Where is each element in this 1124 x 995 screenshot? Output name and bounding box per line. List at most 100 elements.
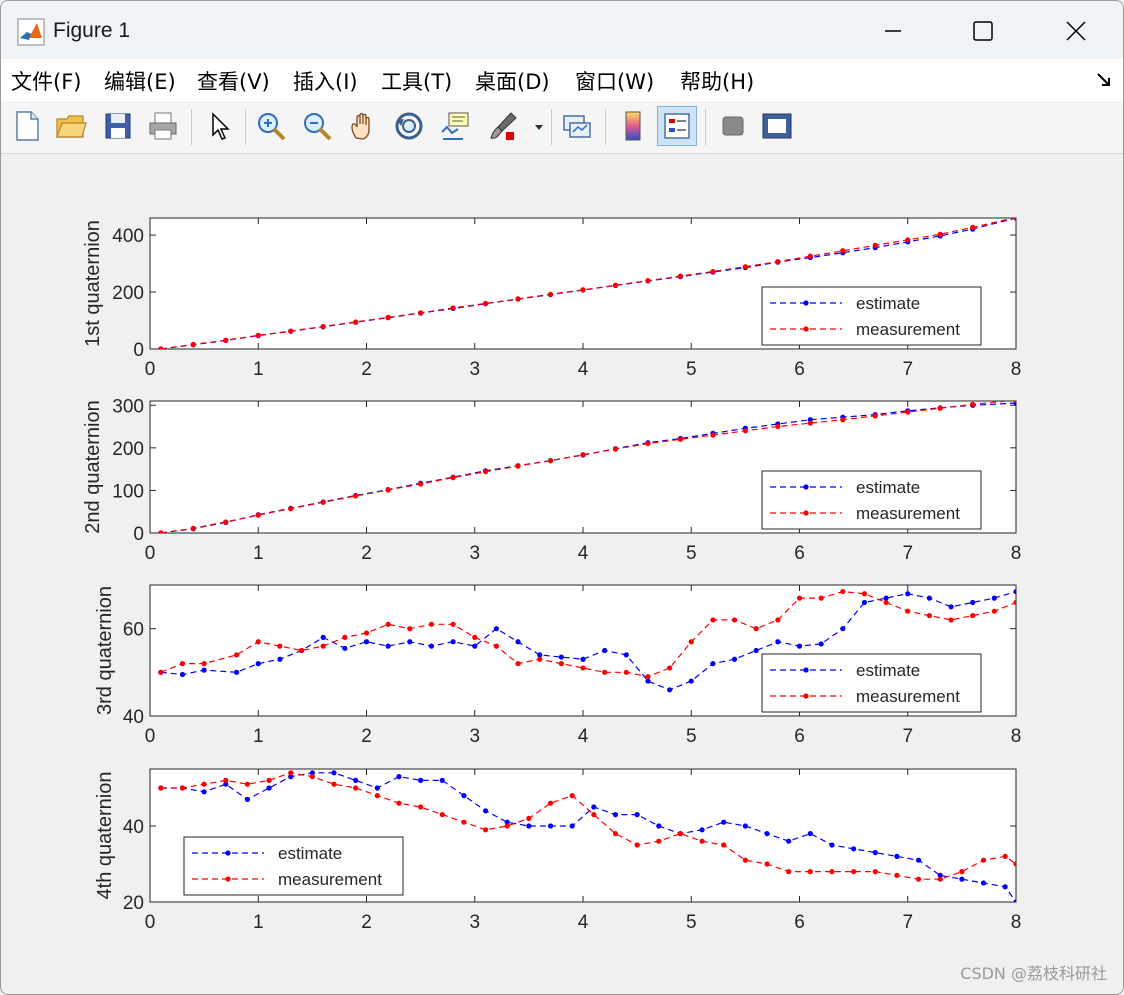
menu-insert[interactable]: 插入(I) [293,66,358,96]
title-bar[interactable]: Figure 1 [1,1,1123,59]
data-point-measurement [244,781,251,787]
menu-edit[interactable]: 编辑(E) [104,66,176,96]
data-point-measurement [948,617,954,623]
menu-tools[interactable]: 工具(T) [381,66,452,96]
legend-label: estimate [856,478,920,497]
open-file-button[interactable] [51,106,91,146]
x-tick-label: 5 [686,912,697,933]
data-point-measurement [450,621,456,627]
new-figure-button[interactable] [7,106,47,146]
data-point-measurement [1013,401,1016,403]
y-tick-label: 300 [112,396,144,417]
data-point-estimate [991,595,997,601]
data-point-measurement [320,323,326,330]
data-point-measurement [1002,853,1008,860]
data-point-estimate [1013,899,1016,902]
data-point-measurement [201,661,207,667]
y-tick-label: 0 [133,524,144,545]
show-plot-tools-button[interactable] [757,106,797,146]
minimize-button[interactable] [863,9,923,53]
legend-marker [225,876,231,882]
toolbar-separator [605,109,606,145]
figure-canvas: 0 1 2 3 4 5 6 7 8 0 200 400 1st quaternion estimate me… [1,153,1124,995]
data-point-estimate [428,643,435,649]
data-point-estimate [894,853,900,860]
data-point-measurement [602,669,608,675]
subplots-svg[interactable]: 0 1 2 3 4 5 6 7 802004001st quaternion estimateme… [1,153,1124,995]
data-point-measurement [775,258,781,265]
x-tick-label: 4 [578,912,589,933]
x-tick-label: 5 [686,543,697,564]
data-point-estimate [385,643,391,649]
menu-view[interactable]: 查看(V) [197,66,270,96]
data-point-estimate [786,838,792,844]
y-tick-label: 60 [123,620,144,641]
zoom-in-button[interactable] [251,106,291,146]
data-point-estimate [710,661,716,667]
zoom-in-icon [258,113,286,141]
data-point-estimate [915,857,922,863]
close-button[interactable] [1046,9,1106,53]
maximize-button[interactable] [953,9,1013,53]
y-axis-label: 4th quaternion [94,772,116,900]
data-point-measurement [807,253,813,259]
dock-arrow-icon[interactable] [1095,71,1113,89]
pan-button[interactable] [343,106,383,146]
data-point-estimate [331,770,337,776]
print-button[interactable] [143,106,183,146]
data-point-measurement [580,452,586,458]
data-point-measurement [623,669,629,675]
data-point-estimate [926,595,933,601]
close-icon [1066,21,1086,41]
menu-help[interactable]: 帮助(H) [680,66,754,96]
chevron-down-icon[interactable] [533,121,545,133]
data-point-estimate [580,656,586,662]
data-point-estimate [450,639,456,645]
data-point-estimate [667,687,673,693]
select-pointer-button[interactable] [199,106,239,146]
brush-button[interactable] [483,106,523,146]
data-point-measurement [526,815,532,822]
hide-plot-tools-button[interactable] [713,106,753,146]
data-cursor-button[interactable] [435,106,475,146]
x-tick-label: 0 [145,912,156,933]
zoom-out-button[interactable] [297,106,337,146]
data-point-measurement [201,781,207,787]
data-point-estimate [255,661,261,667]
data-point-measurement [547,291,554,297]
data-point-estimate [179,671,186,678]
menu-file[interactable]: 文件(F) [11,66,81,96]
save-button[interactable] [98,106,138,146]
colorbar-button[interactable] [613,106,653,146]
data-point-measurement [796,595,803,601]
data-point-measurement [353,319,359,325]
x-tick-label: 4 [578,543,589,564]
x-tick-label: 8 [1011,912,1022,933]
menu-desktop[interactable]: 桌面(D) [475,66,550,96]
zoom-out-icon [304,113,332,141]
data-point-measurement [277,643,283,649]
data-point-estimate [861,599,868,606]
legend-button[interactable] [657,106,697,146]
data-point-estimate [612,812,619,818]
data-point-measurement [190,525,196,531]
menu-window[interactable]: 窗口(W) [575,66,654,96]
link-plot-icon [563,115,591,138]
rotate-3d-button[interactable] [389,106,429,146]
data-point-measurement [482,469,489,475]
data-point-measurement [677,831,684,837]
data-point-estimate [547,823,554,829]
data-point-measurement [959,869,965,875]
data-point-estimate [439,777,445,784]
data-point-measurement [677,436,684,442]
data-point-estimate [796,643,803,649]
legend: estimate measurement [761,286,982,346]
data-point-measurement [937,405,943,411]
data-point-estimate [277,656,283,662]
brush-icon [490,112,517,140]
data-point-measurement [1013,861,1016,867]
data-point-estimate [374,785,380,791]
data-point-measurement [482,827,489,833]
link-plot-button[interactable] [557,106,597,146]
data-point-measurement [374,793,380,799]
